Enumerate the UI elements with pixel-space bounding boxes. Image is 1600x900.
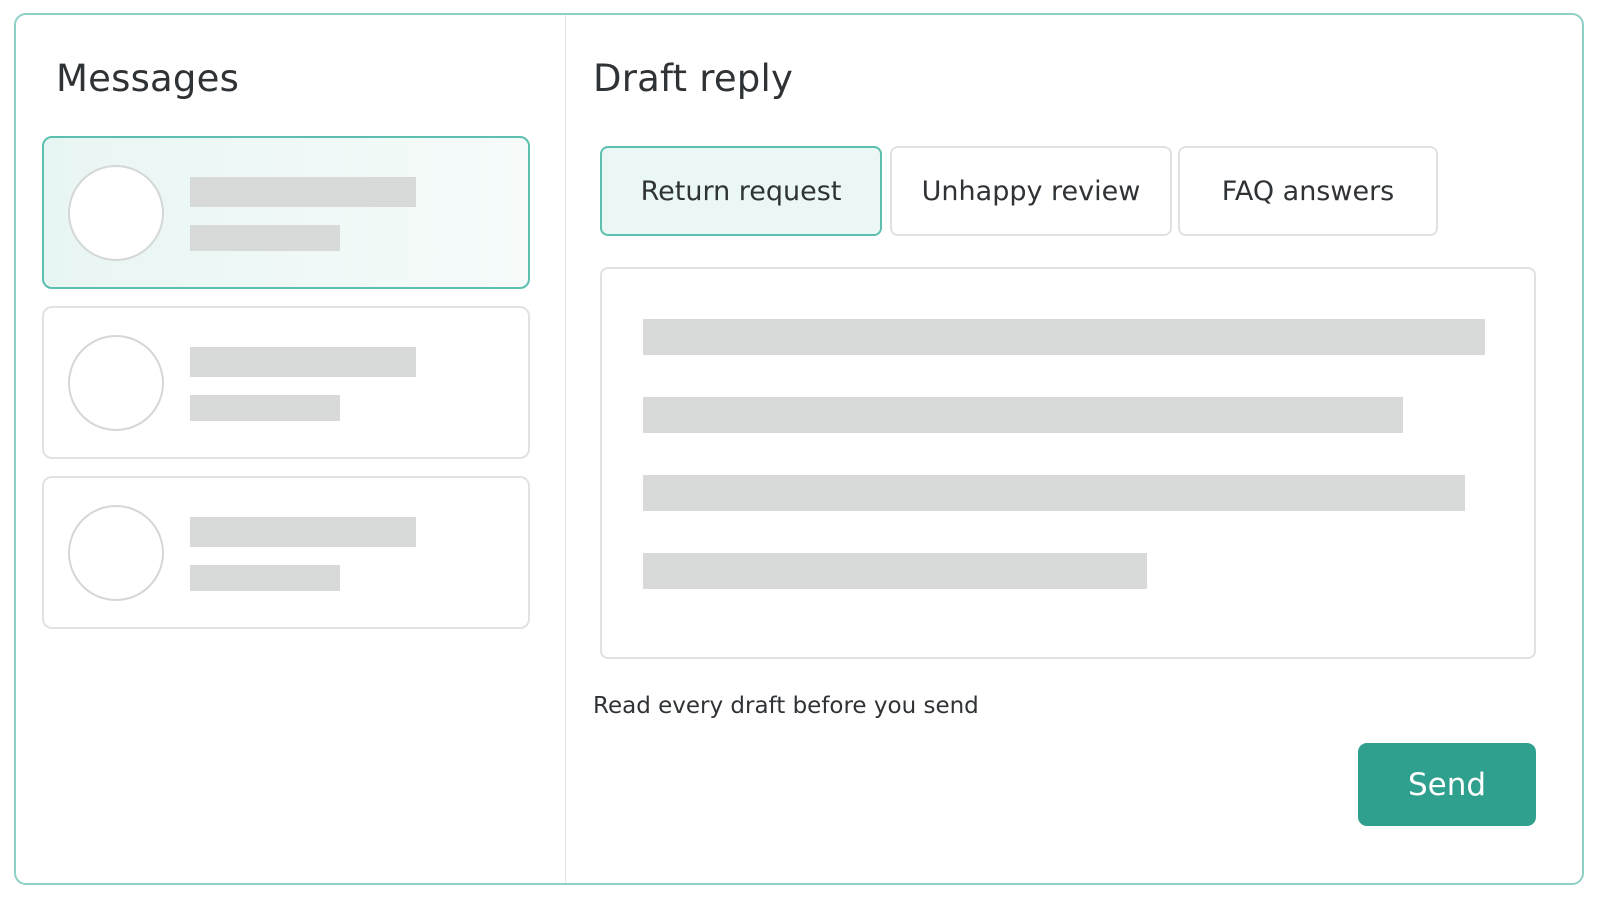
message-preview-placeholder	[190, 225, 340, 251]
app-window: Messages Draft reply Return request Unha…	[14, 13, 1584, 885]
message-name-placeholder	[190, 177, 416, 207]
send-button[interactable]: Send	[1358, 743, 1536, 826]
message-preview-placeholder	[190, 565, 340, 591]
messages-pane: Messages	[16, 15, 566, 883]
message-name-placeholder	[190, 517, 416, 547]
tab-unhappy-review[interactable]: Unhappy review	[890, 146, 1172, 236]
draft-text-area[interactable]	[600, 267, 1536, 659]
tab-return-request[interactable]: Return request	[600, 146, 882, 236]
message-name-placeholder	[190, 347, 416, 377]
message-item[interactable]	[42, 476, 530, 629]
message-preview-placeholder	[190, 395, 340, 421]
draft-title: Draft reply	[593, 57, 794, 100]
avatar	[68, 505, 164, 601]
avatar	[68, 335, 164, 431]
review-hint: Read every draft before you send	[593, 693, 979, 719]
draft-line-placeholder	[643, 319, 1485, 355]
draft-pane: Draft reply Return request Unhappy revie…	[566, 15, 1582, 883]
draft-line-placeholder	[643, 475, 1465, 511]
draft-line-placeholder	[643, 397, 1403, 433]
tab-faq-answers[interactable]: FAQ answers	[1178, 146, 1438, 236]
message-item[interactable]	[42, 136, 530, 289]
avatar	[68, 165, 164, 261]
message-item[interactable]	[42, 306, 530, 459]
draft-line-placeholder	[643, 553, 1147, 589]
messages-title: Messages	[56, 57, 240, 100]
